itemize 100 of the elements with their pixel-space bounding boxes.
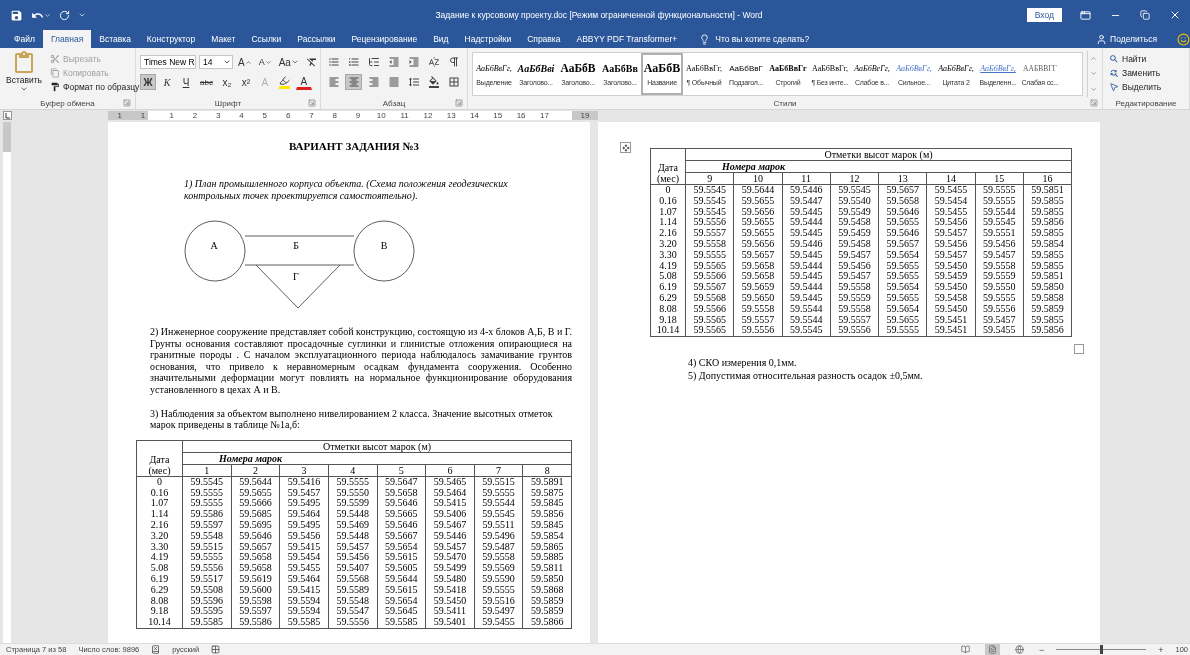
table-cell: 59.5455 <box>975 325 1024 337</box>
ribbon-tab[interactable]: Макет <box>203 30 244 48</box>
ribbon-tab[interactable]: Справка <box>519 30 569 48</box>
table-cell: 59.5455 <box>926 206 975 218</box>
editing-button[interactable]: Выделить <box>1107 81 1164 93</box>
copy-icon <box>50 68 61 78</box>
sign-in-button[interactable]: Вход <box>1026 8 1062 22</box>
table-cell: 59.5555 <box>975 195 1024 207</box>
table-cell: 59.5540 <box>830 195 879 207</box>
ribbon-tab[interactable]: Вставка <box>91 30 139 48</box>
paint-bucket-icon <box>427 76 440 88</box>
font-name-field[interactable]: Times New R <box>140 55 196 69</box>
column-header: 14 <box>926 172 975 185</box>
tab-stop-icon[interactable] <box>3 110 12 120</box>
change-case-button[interactable]: Aa <box>276 54 301 70</box>
table-cell: 59.5464 <box>279 509 329 520</box>
table-cell: 8.08 <box>136 595 183 607</box>
table-cell: 59.5469 <box>328 519 377 531</box>
table-cell: 59.5557 <box>685 228 734 239</box>
table-cell: 59.5655 <box>733 217 782 229</box>
table-cell: 59.5556 <box>975 303 1024 315</box>
format-button[interactable]: Ж <box>140 74 156 90</box>
table-cell: 59.5446 <box>782 239 831 250</box>
editing-button[interactable]: Заменить <box>1107 67 1164 79</box>
launcher-icon <box>123 99 131 107</box>
ribbon-tab[interactable]: Надстройки <box>456 30 520 48</box>
format-button[interactable]: A <box>295 74 312 90</box>
launcher-icon <box>308 99 316 107</box>
table-cell: 1.14 <box>650 217 686 229</box>
grow-font-button[interactable]: A <box>236 54 254 70</box>
block-label: Г <box>293 271 299 282</box>
ribbon-tab[interactable]: Конструктор <box>138 30 204 48</box>
ribbon-tab[interactable]: Вид <box>425 30 457 48</box>
format-button[interactable]: x² <box>237 74 254 90</box>
table-cell: 59.5619 <box>231 573 280 585</box>
more-icon <box>1089 85 1097 93</box>
table-cell: 59.5655 <box>878 271 927 283</box>
table-cell: 59.5650 <box>733 292 782 304</box>
table-cell: 59.5566 <box>685 303 734 315</box>
table-cell: 59.5545 <box>474 509 523 520</box>
block-label: А <box>210 240 218 251</box>
paste-button[interactable]: Вставить <box>4 51 45 97</box>
table-cell: 59.5859 <box>522 595 572 607</box>
table-cell: 59.5515 <box>474 476 523 488</box>
window-title: Задание к курсовому проекту.doc [Режим ограниченной функциональности] - Word <box>434 10 764 20</box>
table-cell: 1.07 <box>136 498 183 510</box>
ruler-number: 4 <box>238 110 245 120</box>
align-left-icon <box>327 76 340 88</box>
search-icon <box>1109 54 1119 64</box>
editing-button[interactable]: Найти <box>1107 53 1164 65</box>
zoom-in-button[interactable]: + <box>1158 644 1164 655</box>
tell-me-field[interactable]: Что вы хотите сделать? <box>693 30 816 48</box>
borders-icon <box>447 76 460 88</box>
share-button[interactable]: Поделиться <box>1090 30 1163 48</box>
ribbon-tab[interactable]: Рассылки <box>289 30 344 48</box>
ribbon-tab[interactable]: ABBYY PDF Transformer+ <box>568 30 686 48</box>
table-move-handle[interactable] <box>620 142 631 153</box>
bullet-list-icon <box>327 56 340 68</box>
table-cell: 59.5655 <box>878 314 927 326</box>
ribbon-tab[interactable]: Главная <box>42 30 92 48</box>
group-label: Абзац <box>381 98 407 108</box>
table-cell: 59.5545 <box>685 184 734 196</box>
format-button[interactable]: x₂ <box>218 74 235 90</box>
shrink-font-button[interactable]: A <box>256 54 274 70</box>
table-cell: 59.5557 <box>830 314 879 326</box>
ribbon-tab[interactable]: Рецензирование <box>343 30 426 48</box>
table-cell: 59.5855 <box>1023 260 1072 272</box>
table-cell: 59.5545 <box>830 184 879 196</box>
move-icon <box>621 143 630 152</box>
table-cell: 59.5657 <box>878 239 927 250</box>
group-label: Буфер обмена <box>39 98 96 108</box>
table-cell: 59.5685 <box>231 509 280 520</box>
table-cell: 59.5455 <box>474 617 523 629</box>
column-header: 7 <box>474 464 523 477</box>
zoom-out-button[interactable]: − <box>1038 644 1045 655</box>
table-cell: 59.5551 <box>975 228 1024 239</box>
table-cell: 59.5550 <box>975 282 1024 293</box>
table-cell: 59.5545 <box>182 476 232 488</box>
table-cell: 59.5448 <box>328 530 377 542</box>
table-cell: 59.5446 <box>782 184 831 196</box>
table-cell: 9.18 <box>136 606 183 618</box>
format-button[interactable]: К <box>159 74 175 90</box>
caret-icon <box>44 11 51 19</box>
font-size-field[interactable]: 14 <box>199 55 233 69</box>
table-cell: 59.5457 <box>926 228 975 239</box>
table-cell: 59.5605 <box>377 563 426 574</box>
ribbon-tab[interactable]: Файл <box>6 30 43 48</box>
format-button[interactable]: Ч <box>178 74 194 90</box>
ribbon-tab[interactable]: Ссылки <box>243 30 290 48</box>
table-cell: 59.5865 <box>522 541 572 553</box>
table-cell: 59.5565 <box>685 314 734 326</box>
view-button[interactable] <box>984 644 1000 655</box>
table-cell: 59.5655 <box>733 195 782 207</box>
table-cell: 59.5558 <box>830 282 879 293</box>
zoom-thumb[interactable] <box>1100 645 1104 654</box>
format-button[interactable]: abc <box>197 74 216 90</box>
grid-icon <box>211 645 221 654</box>
column-header: 8 <box>522 464 572 477</box>
numbered-list-icon <box>347 56 360 68</box>
table-resize-handle[interactable] <box>1074 344 1084 354</box>
